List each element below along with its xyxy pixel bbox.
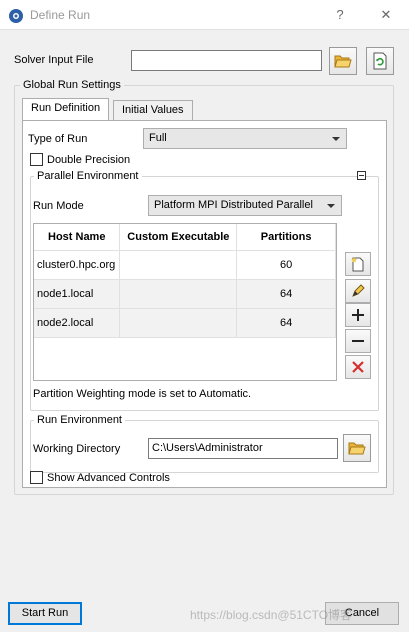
solver-input-label: Solver Input File <box>14 54 94 66</box>
type-of-run-select[interactable]: Full <box>143 128 347 149</box>
double-precision-label: Double Precision <box>47 154 131 166</box>
partitions-cell[interactable]: 64 <box>236 279 336 309</box>
solver-input-field[interactable] <box>131 50 322 71</box>
column-header-executable[interactable]: Custom Executable <box>119 224 238 251</box>
host-cell[interactable]: cluster0.hpc.org <box>34 250 121 280</box>
working-directory-input[interactable]: C:\Users\Administrator <box>148 438 338 459</box>
column-header-partitions[interactable]: Partitions <box>236 224 336 251</box>
weighting-note: Partition Weighting mode is set to Autom… <box>33 388 252 400</box>
browse-solver-button[interactable] <box>329 47 357 75</box>
run-mode-value: Platform MPI Distributed Parallel <box>154 199 313 211</box>
new-file-icon <box>351 257 364 272</box>
show-advanced-checkbox[interactable] <box>30 471 43 484</box>
watermark-text: https://blog.csdn@51CTO博客 <box>190 608 353 622</box>
edit-pencil-icon <box>352 284 365 297</box>
tab-initial-values[interactable]: Initial Values <box>113 100 193 121</box>
global-run-settings-title: Global Run Settings <box>20 79 124 91</box>
executable-cell[interactable] <box>119 250 238 280</box>
help-button[interactable]: ? <box>330 5 350 25</box>
table-row[interactable]: node2.local 64 <box>34 308 336 338</box>
show-advanced-label: Show Advanced Controls <box>47 472 170 484</box>
app-gear-icon <box>9 9 23 23</box>
delete-host-button[interactable] <box>345 355 371 379</box>
chevron-down-icon <box>332 137 340 141</box>
close-button[interactable]: ✕ <box>376 5 396 25</box>
type-of-run-value: Full <box>149 132 167 144</box>
chevron-down-icon <box>327 204 335 208</box>
run-environment-title: Run Environment <box>34 414 125 426</box>
table-header-row: Host Name Custom Executable Partitions <box>34 224 336 251</box>
partitions-cell[interactable]: 60 <box>236 250 336 280</box>
refresh-solver-button[interactable] <box>366 47 394 75</box>
edit-host-button[interactable] <box>345 279 371 303</box>
run-mode-select[interactable]: Platform MPI Distributed Parallel <box>148 195 342 216</box>
plus-icon <box>352 309 364 321</box>
host-cell[interactable]: node1.local <box>34 279 121 309</box>
column-header-host[interactable]: Host Name <box>34 224 121 251</box>
partitions-cell[interactable]: 64 <box>236 308 336 338</box>
working-directory-label: Working Directory <box>33 443 121 455</box>
parallel-environment-title: Parallel Environment <box>34 170 142 182</box>
title-bar: Define Run ? ✕ <box>0 0 409 30</box>
window-title: Define Run <box>30 8 91 22</box>
executable-cell[interactable] <box>119 279 238 309</box>
folder-open-icon <box>334 55 352 68</box>
remove-host-button[interactable] <box>345 329 371 353</box>
add-host-button[interactable] <box>345 303 371 327</box>
table-row[interactable]: cluster0.hpc.org 60 <box>34 250 336 280</box>
tab-run-definition[interactable]: Run Definition <box>22 98 110 121</box>
refresh-file-icon <box>373 52 387 70</box>
collapse-icon[interactable] <box>357 171 366 180</box>
executable-cell[interactable] <box>119 308 238 338</box>
run-mode-label: Run Mode <box>33 200 84 212</box>
start-run-button[interactable]: Start Run <box>8 602 82 625</box>
delete-x-icon <box>352 361 364 373</box>
browse-working-dir-button[interactable] <box>343 434 371 462</box>
table-row[interactable]: node1.local 64 <box>34 279 336 309</box>
host-cell[interactable]: node2.local <box>34 308 121 338</box>
folder-open-icon <box>348 442 366 455</box>
double-precision-checkbox[interactable] <box>30 153 43 166</box>
type-of-run-label: Type of Run <box>28 133 88 145</box>
new-host-button[interactable] <box>345 252 371 276</box>
host-table: Host Name Custom Executable Partitions c… <box>34 224 336 338</box>
minus-icon <box>352 340 364 342</box>
